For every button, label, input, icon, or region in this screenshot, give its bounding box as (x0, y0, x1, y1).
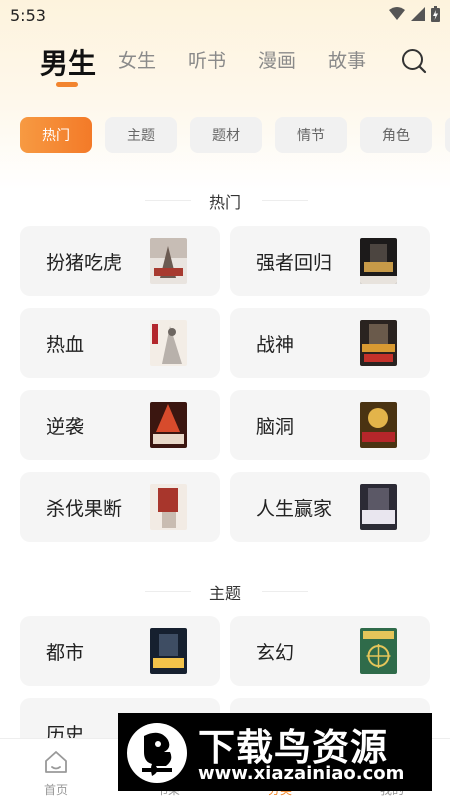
genre-card[interactable]: 玄幻 (230, 616, 430, 686)
genre-card[interactable]: 扮猪吃虎 (20, 226, 220, 296)
chip-subject[interactable]: 题材 (190, 117, 262, 153)
status-bar: 5:53 (0, 0, 450, 32)
watermark-url: www.xiazainiao.com (198, 763, 405, 784)
genre-card-label: 战神 (256, 334, 295, 356)
section-divider-right (262, 591, 308, 592)
book-cover (150, 484, 187, 530)
book-cover (150, 238, 187, 284)
status-icons (389, 6, 440, 22)
section-title-hot-wrapper: 热门 (0, 189, 450, 212)
genre-card-label: 杀伐果断 (46, 498, 123, 520)
book-cover (360, 484, 397, 530)
top-tab-bar: 男生 女生 听书 漫画 故事 (0, 40, 450, 90)
tab-comic[interactable]: 漫画 (258, 46, 296, 73)
chip-theme[interactable]: 主题 (105, 117, 177, 153)
book-cover (360, 402, 397, 448)
nav-label: 首页 (43, 783, 68, 797)
genre-card[interactable]: 逆袭 (20, 390, 220, 460)
category-chip-bar: 热门 主题 题材 情节 角色 (0, 117, 450, 153)
genre-card-label: 人生赢家 (256, 498, 333, 520)
genre-card[interactable]: 都市 (20, 616, 220, 686)
battery-icon (431, 6, 440, 22)
genre-card-label: 热血 (46, 334, 85, 356)
home-icon (45, 751, 67, 773)
tab-male[interactable]: 男生 (40, 42, 96, 82)
wifi-icon (389, 7, 405, 20)
book-cover (150, 628, 187, 674)
tab-story[interactable]: 故事 (328, 46, 366, 73)
genre-card[interactable]: 热血 (20, 308, 220, 378)
chip-plot[interactable]: 情节 (275, 117, 347, 153)
chip-hot[interactable]: 热门 (20, 117, 92, 153)
watermark-banner: 下载鸟资源 www.xiazainiao.com (118, 713, 432, 791)
section-divider-right (262, 200, 308, 201)
genre-card[interactable]: 人生赢家 (230, 472, 430, 542)
genre-card[interactable]: 战神 (230, 308, 430, 378)
book-cover (360, 628, 397, 674)
genre-card[interactable]: 强者回归 (230, 226, 430, 296)
bird-logo-icon (127, 723, 187, 783)
book-cover (150, 320, 187, 366)
chip-role[interactable]: 角色 (360, 117, 432, 153)
section-divider-left (145, 200, 191, 201)
genre-card-label: 都市 (46, 642, 85, 664)
genre-card-label: 扮猪吃虎 (46, 252, 123, 274)
signal-icon (411, 7, 425, 21)
genre-card[interactable]: 杀伐果断 (20, 472, 220, 542)
book-cover (360, 238, 397, 284)
status-time: 5:53 (10, 6, 46, 25)
genre-card[interactable]: 脑洞 (230, 390, 430, 460)
search-icon (402, 49, 427, 74)
search-button[interactable] (400, 47, 428, 75)
genre-card-label: 玄幻 (256, 642, 295, 664)
genre-card-label: 脑洞 (256, 416, 295, 438)
genre-card-label: 强者回归 (256, 252, 333, 274)
active-tab-indicator (56, 82, 78, 87)
book-cover (150, 402, 187, 448)
genre-card-label: 逆袭 (46, 416, 85, 438)
section-title: 热门 (208, 193, 241, 212)
book-cover (360, 320, 397, 366)
section-title: 主题 (208, 584, 241, 603)
section-divider-left (145, 591, 191, 592)
tab-female[interactable]: 女生 (118, 46, 156, 73)
chip-more-partial[interactable] (445, 117, 450, 153)
nav-home[interactable]: 首页 (0, 739, 112, 800)
section-title-theme-wrapper: 主题 (0, 580, 450, 603)
tab-audiobook[interactable]: 听书 (188, 46, 226, 73)
